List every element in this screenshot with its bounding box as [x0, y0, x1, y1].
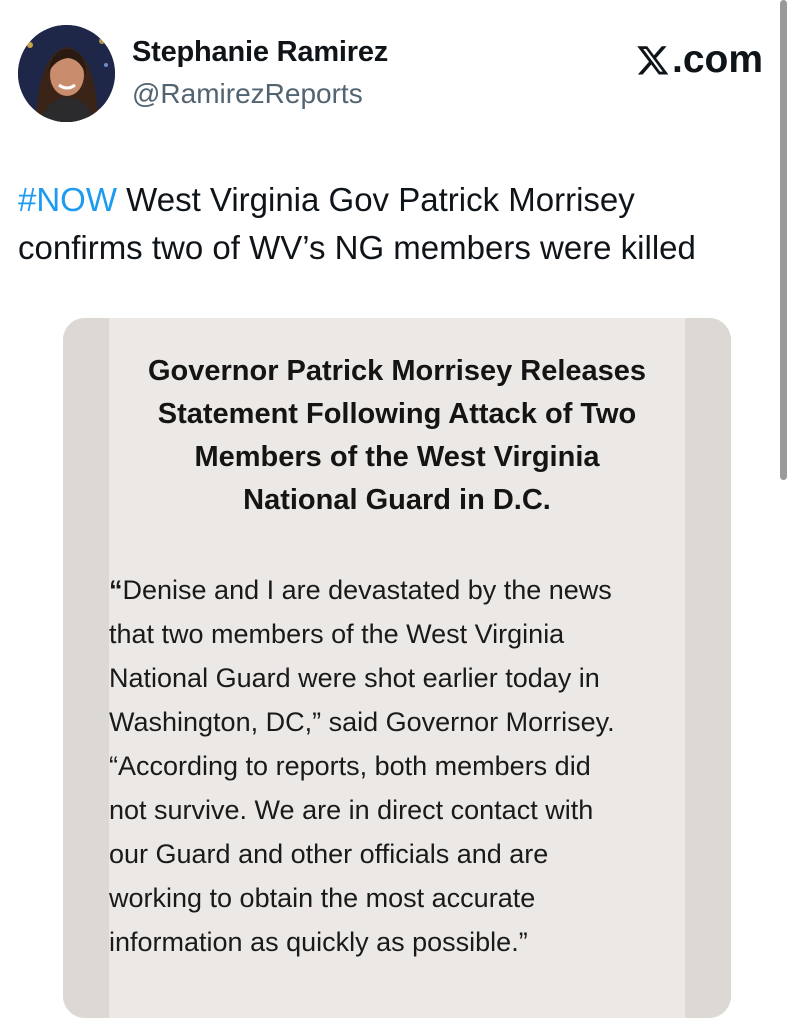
statement-body: “Denise and I are devastated by the news…: [109, 568, 709, 964]
tweet-line-1-text: West Virginia Gov Patrick Morrisey: [117, 181, 635, 218]
statement-body-line: “Denise and I are devastated by the news: [109, 568, 709, 612]
statement-title: Governor Patrick Morrisey Releases State…: [63, 350, 731, 522]
brand-domain-label: .com: [672, 38, 764, 81]
statement-body-line: working to obtain the most accurate: [109, 883, 536, 913]
x-logo-icon: [636, 43, 670, 77]
scrollbar[interactable]: [780, 0, 787, 480]
x-brand: .com: [636, 38, 763, 82]
avatar-photo: [18, 25, 115, 122]
statement-body-line: our Guard and other officials and are: [109, 839, 549, 869]
author-name[interactable]: Stephanie Ramirez: [132, 36, 388, 69]
statement-title-line: Statement Following Attack of Two: [157, 398, 637, 430]
hashtag-link[interactable]: #NOW: [18, 181, 117, 218]
statement-body-line: Washington, DC,” said Governor Morrisey.: [109, 707, 615, 737]
statement-body-line: that two members of the West Virginia: [109, 619, 565, 649]
statement-body-line: “According to reports, both members did: [109, 751, 591, 781]
statement-title-line: Governor Patrick Morrisey Releases: [147, 355, 647, 387]
tweet-line-2: confirms two of WV’s NG members were kil…: [18, 229, 696, 266]
statement-body-line: National Guard were shot earlier today i…: [109, 663, 600, 693]
statement-body-line: information as quickly as possible.”: [109, 927, 528, 957]
statement-body-line: not survive. We are in direct contact wi…: [109, 795, 594, 825]
avatar[interactable]: [18, 25, 115, 122]
statement-title-line: Members of the West Virginia: [194, 441, 600, 473]
statement-title-line: National Guard in D.C.: [243, 484, 551, 516]
author-handle[interactable]: @RamirezReports: [132, 78, 363, 110]
statement-body-text: Denise and I are devastated by the news: [122, 575, 612, 605]
statement-open-quote: “: [109, 575, 123, 605]
tweet-line-1: #NOW West Virginia Gov Patrick Morrisey: [18, 176, 780, 224]
tweet-text: #NOW West Virginia Gov Patrick Morrisey …: [18, 176, 780, 272]
attached-image[interactable]: Governor Patrick Morrisey Releases State…: [63, 318, 731, 1018]
